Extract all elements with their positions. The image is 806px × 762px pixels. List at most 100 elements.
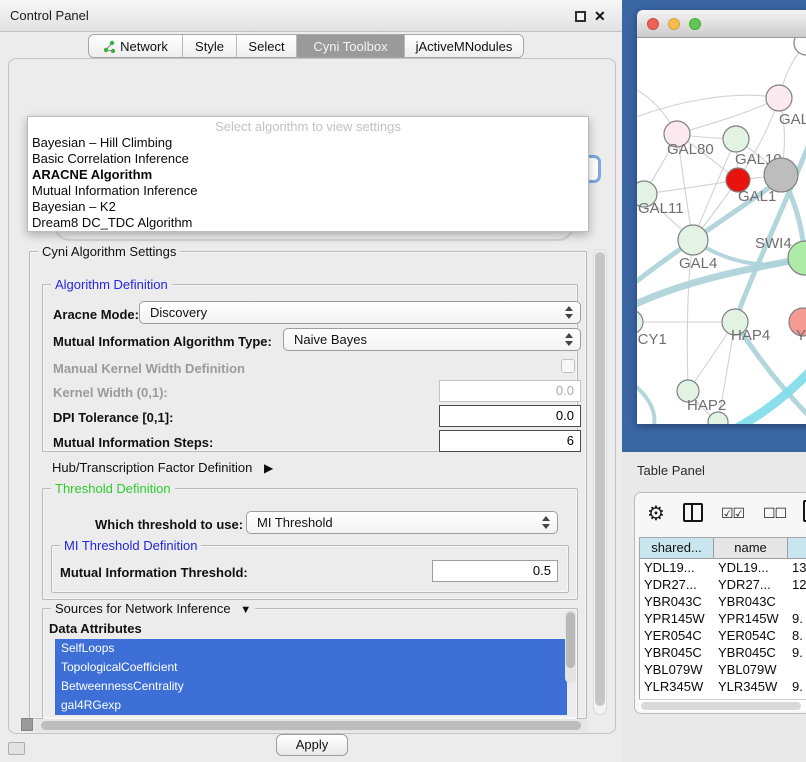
algorithm-popup-item[interactable]: Bayesian – Hill Climbing: [28, 135, 588, 151]
network-node-gal4[interactable]: [678, 225, 708, 255]
data-attribute-item[interactable]: gal4RGexp: [55, 696, 567, 715]
network-icon: [103, 40, 116, 53]
node-label: SWI4: [755, 235, 792, 252]
panel-title: Control Panel: [10, 0, 89, 32]
tab-label: Style: [195, 39, 224, 54]
sources-group: Sources for Network Inference ▼ Data Att…: [42, 608, 578, 719]
table-row[interactable]: YDL19...YDL19...13: [640, 559, 806, 576]
table-row[interactable]: YER054CYER054C8.: [640, 627, 806, 644]
hub-definition-expander[interactable]: Hub/Transcription Factor Definition ▶: [52, 460, 273, 475]
minimize-traffic-light-icon[interactable]: [668, 18, 680, 30]
combo-stepper-icon: [565, 306, 573, 319]
network-window-titlebar: [637, 10, 806, 38]
control-panel-titlebar: Control Panel ✕: [0, 0, 622, 32]
tab-label: jActiveMNodules: [416, 39, 513, 54]
table-cell: 9.: [788, 610, 806, 627]
data-attributes-label: Data Attributes: [49, 621, 142, 636]
combo-stepper-icon: [565, 333, 573, 346]
mi-steps-field[interactable]: 6: [439, 430, 581, 452]
table-cell: 9.: [788, 678, 806, 695]
table-toolbar: ⚙ ☑☑ ☐☐: [635, 493, 806, 535]
table-row[interactable]: YBL079WYBL079W: [640, 661, 806, 678]
zoom-traffic-light-icon[interactable]: [689, 18, 701, 30]
table-horizontal-scrollbar[interactable]: [639, 699, 806, 711]
apply-button[interactable]: Apply: [276, 734, 348, 756]
close-traffic-light-icon[interactable]: [647, 18, 659, 30]
settings-horizontal-scrollbar[interactable]: [33, 719, 589, 732]
table-cell: YBL079W: [714, 661, 788, 678]
table-cell: YPR145W: [714, 610, 788, 627]
table-cell: YDR27...: [714, 576, 788, 593]
select-all-columns-icon[interactable]: ☑☑: [721, 505, 744, 522]
node-label: GCY1: [637, 331, 667, 348]
network-node-gal10[interactable]: [723, 126, 749, 152]
data-attributes-list: SelfLoopsTopologicalCoefficientBetweenne…: [55, 639, 567, 716]
algorithm-popup-item[interactable]: ARACNE Algorithm: [28, 167, 588, 183]
table-cell: YER054C: [640, 627, 714, 644]
which-threshold-combo[interactable]: MI Threshold: [246, 511, 558, 534]
sources-expander[interactable]: Sources for Network Inference ▼: [51, 601, 255, 616]
network-node[interactable]: [794, 38, 806, 55]
algorithm-popup-item[interactable]: Bayesian – K2: [28, 199, 588, 215]
combo-value: Naive Bayes: [294, 332, 367, 347]
table-row[interactable]: YBR043CYBR043C: [640, 593, 806, 610]
node-label: GAL4: [679, 255, 717, 272]
settings-gear-icon[interactable]: ⚙: [647, 501, 665, 526]
deselect-all-columns-icon[interactable]: ☐☐: [763, 505, 786, 522]
scrollbar-thumb[interactable]: [641, 702, 801, 710]
tab-select[interactable]: Select: [237, 35, 297, 57]
algorithm-popup-item[interactable]: Basic Correlation Inference: [28, 151, 588, 167]
network-canvas[interactable]: GALGAL80GAL10GAL1GAL11GAL4SWI4GCY1HAP4YH…: [637, 38, 806, 424]
table-row[interactable]: YBR045CYBR045C9.: [640, 644, 806, 661]
mi-threshold-field[interactable]: 0.5: [432, 560, 558, 582]
algorithm-popup-item[interactable]: Dream8 DC_TDC Algorithm: [28, 215, 588, 231]
table-cell: YBR045C: [640, 644, 714, 661]
algorithm-popup-item[interactable]: Mutual Information Inference: [28, 183, 588, 199]
tab-network[interactable]: Network: [89, 35, 183, 57]
table-cell: YBR043C: [714, 593, 788, 610]
dock-panel-icon[interactable]: [8, 742, 25, 755]
table-row[interactable]: YDR27...YDR27...12: [640, 576, 806, 593]
table-column-header[interactable]: shared...: [640, 538, 714, 559]
group-title: Algorithm Definition: [51, 277, 172, 292]
data-attribute-item[interactable]: SelfLoops: [55, 639, 567, 658]
aracne-mode-combo[interactable]: Discovery: [139, 301, 581, 324]
scrollbar-thumb[interactable]: [41, 721, 581, 730]
table-column-header[interactable]: name: [714, 538, 788, 559]
control-panel: Control Panel ✕ Network Style Select Cyn…: [0, 0, 622, 762]
table-cell: YLR345W: [714, 678, 788, 695]
network-node-gal[interactable]: [766, 85, 792, 111]
tab-cyni-toolbox[interactable]: Cyni Toolbox: [297, 35, 405, 57]
settings-vertical-scrollbar[interactable]: [593, 249, 607, 715]
node-label: GAL80: [667, 141, 714, 158]
manual-kernel-checkbox[interactable]: [561, 359, 575, 373]
show-columns-icon[interactable]: [683, 503, 703, 522]
scrollbar-thumb[interactable]: [566, 612, 575, 668]
mi-algorithm-type-combo[interactable]: Naive Bayes: [283, 328, 581, 351]
table-row[interactable]: YPR145WYPR145W9.: [640, 610, 806, 627]
mi-threshold-label: Mutual Information Threshold:: [60, 565, 248, 580]
table-row[interactable]: YLR345WYLR345W9.: [640, 678, 806, 695]
dpi-tolerance-field[interactable]: 0.0: [439, 405, 581, 427]
tab-jactivemnodules[interactable]: jActiveMNodules: [405, 35, 523, 57]
algorithm-popup-placeholder: Select algorithm to view settings: [28, 118, 588, 135]
close-icon[interactable]: ✕: [594, 6, 606, 26]
combo-stepper-icon: [542, 516, 550, 529]
network-node[interactable]: [764, 158, 798, 192]
data-attribute-item[interactable]: BetweennessCentrality: [55, 677, 567, 696]
table-cell: YDL19...: [714, 559, 788, 576]
float-window-icon[interactable]: [575, 11, 586, 22]
scrollbar-corner: [21, 718, 33, 731]
table-column-header[interactable]: [788, 538, 806, 559]
table-cell: 9.: [788, 644, 806, 661]
node-attribute-table[interactable]: shared...name YDL19...YDL19...13YDR27...…: [639, 537, 806, 703]
attributes-scrollbar[interactable]: [565, 610, 576, 683]
table-cell: 8.: [788, 627, 806, 644]
manual-kernel-label: Manual Kernel Width Definition: [53, 361, 245, 376]
tab-style[interactable]: Style: [183, 35, 237, 57]
tab-label: Network: [120, 39, 168, 54]
kernel-width-field[interactable]: 0.0: [439, 380, 581, 402]
data-attribute-item[interactable]: TopologicalCoefficient: [55, 658, 567, 677]
table-cell: YER054C: [714, 627, 788, 644]
scrollbar-thumb[interactable]: [595, 252, 605, 706]
